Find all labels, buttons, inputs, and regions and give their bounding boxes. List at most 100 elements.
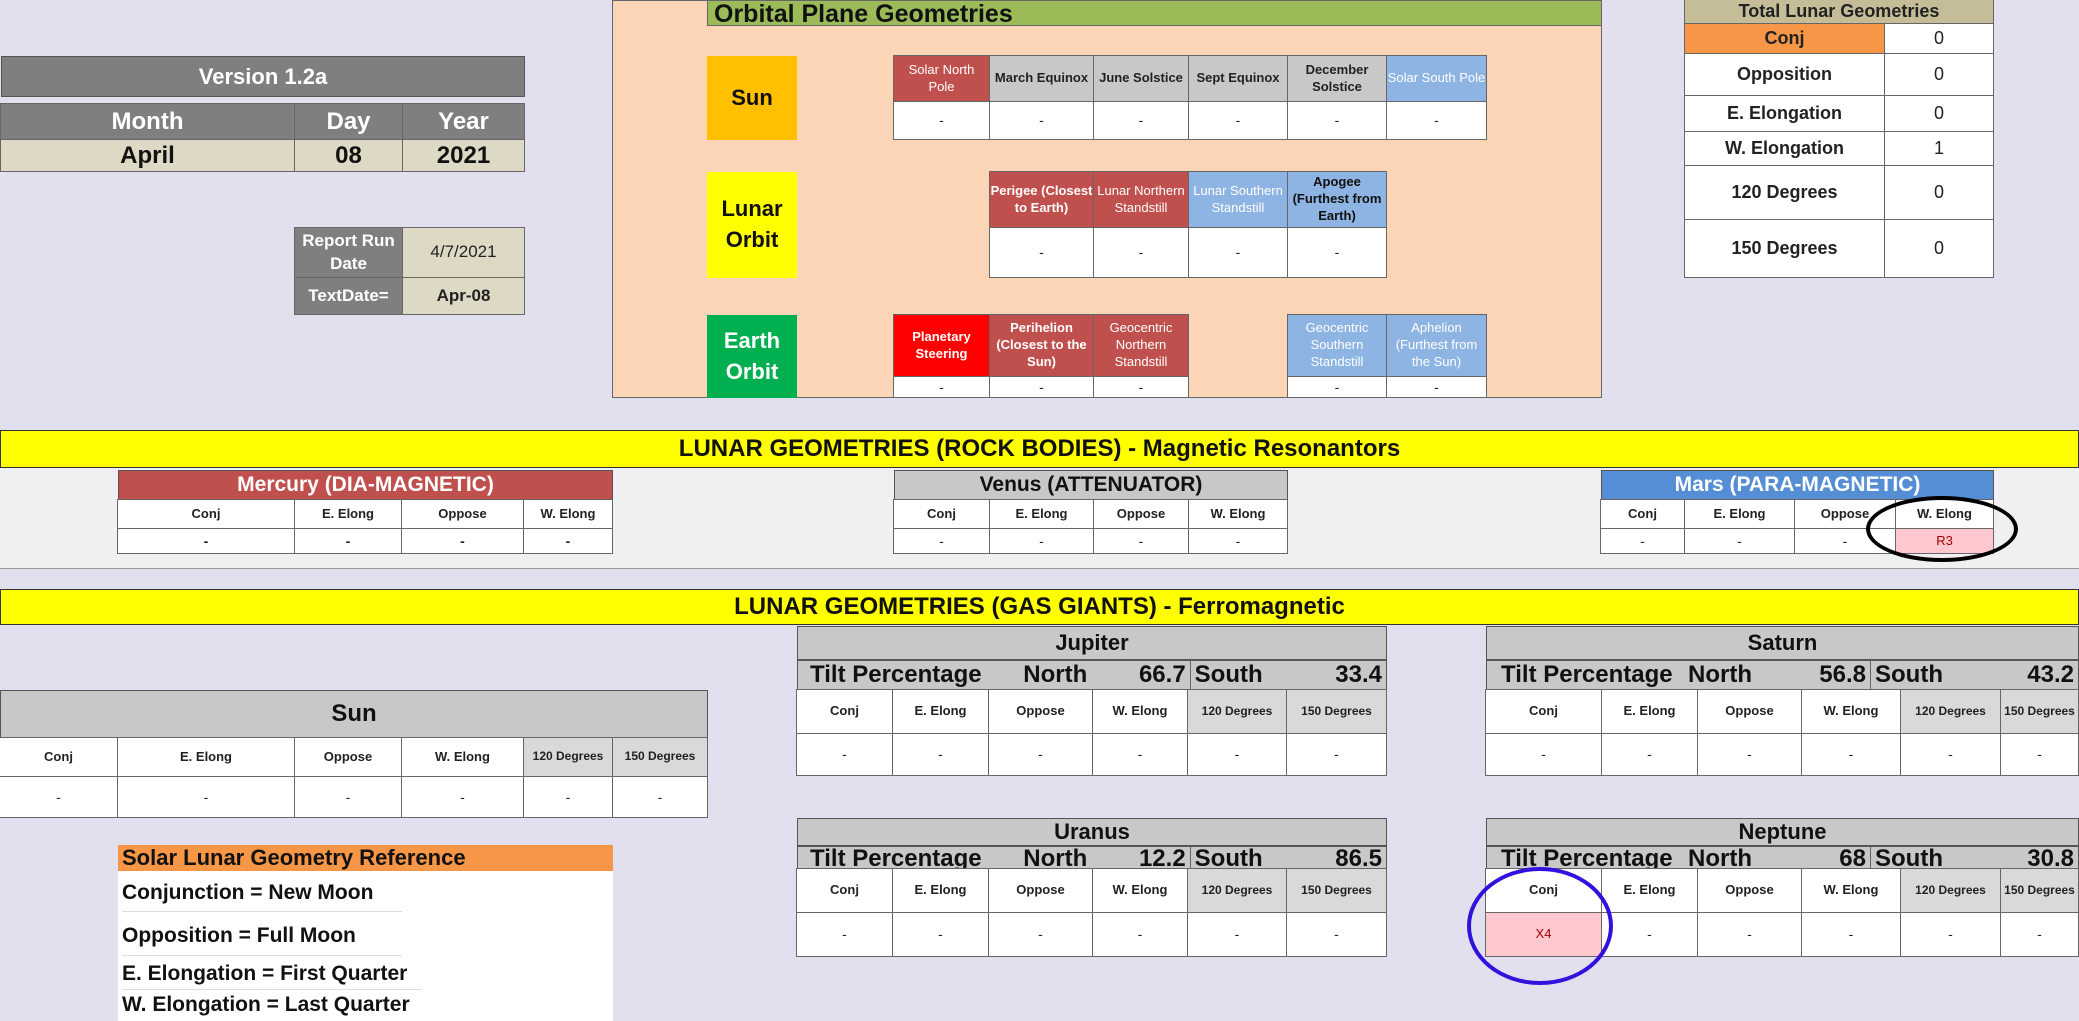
- planetary-steering-value[interactable]: -: [893, 376, 990, 398]
- gas-sun-oppose-value[interactable]: -: [294, 776, 402, 818]
- gas-sun-120-value[interactable]: -: [523, 776, 613, 818]
- totals-conj-value[interactable]: 0: [1884, 23, 1994, 54]
- uranus-w-elong-header: W. Elong: [1092, 868, 1188, 913]
- mercury-e-elong-value[interactable]: -: [294, 528, 402, 554]
- gas-sun-150-value[interactable]: -: [612, 776, 708, 818]
- solar-north-pole-header: Solar North Pole: [893, 55, 990, 102]
- neptune-w-elong-header: W. Elong: [1801, 868, 1901, 913]
- saturn-conj-value[interactable]: -: [1485, 733, 1602, 776]
- mercury-oppose-value[interactable]: -: [401, 528, 524, 554]
- jupiter-e-elong-value[interactable]: -: [892, 733, 989, 776]
- mercury-e-elong-header: E. Elong: [294, 499, 402, 529]
- month-value[interactable]: April: [0, 139, 295, 173]
- jupiter-150-value[interactable]: -: [1286, 733, 1387, 776]
- year-value[interactable]: 2021: [402, 139, 525, 173]
- uranus-w-elong-value[interactable]: -: [1092, 912, 1188, 957]
- venus-oppose-header: Oppose: [1093, 499, 1189, 529]
- venus-oppose-value[interactable]: -: [1093, 528, 1189, 554]
- report-run-date-value[interactable]: 4/7/2021: [402, 227, 525, 278]
- mercury-w-elong-header: W. Elong: [523, 499, 613, 529]
- gas-sun-w-elong-value[interactable]: -: [401, 776, 524, 818]
- venus-conj-value[interactable]: -: [893, 528, 990, 554]
- uranus-title: Uranus: [797, 818, 1387, 846]
- neptune-w-elong-value[interactable]: -: [1801, 912, 1901, 957]
- mercury-conj-value[interactable]: -: [117, 528, 295, 554]
- totals-e-elongation-value[interactable]: 0: [1884, 95, 1994, 132]
- uranus-120-value[interactable]: -: [1187, 912, 1287, 957]
- neptune-120-value[interactable]: -: [1900, 912, 2001, 957]
- textdate-value[interactable]: Apr-08: [402, 277, 525, 315]
- march-equinox-value[interactable]: -: [989, 101, 1094, 140]
- saturn-e-elong-header: E. Elong: [1601, 689, 1698, 734]
- perihelion-value[interactable]: -: [989, 376, 1094, 398]
- uranus-150-value[interactable]: -: [1286, 912, 1387, 957]
- venus-w-elong-value[interactable]: -: [1188, 528, 1288, 554]
- perigee-value[interactable]: -: [989, 227, 1094, 278]
- gas-giants-title: LUNAR GEOMETRIES (GAS GIANTS) - Ferromag…: [0, 589, 2079, 625]
- mercury-conj-header: Conj: [117, 499, 295, 529]
- geocentric-northern-standstill-value[interactable]: -: [1093, 376, 1189, 398]
- reference-line-opposition: Opposition = Full Moon: [122, 920, 402, 956]
- solar-north-pole-value[interactable]: -: [893, 101, 990, 140]
- totals-120-label: 120 Degrees: [1684, 165, 1885, 220]
- totals-table: Total Lunar Geometries Conj 0 Opposition…: [1684, 0, 1994, 278]
- date-value-row: April 08 2021: [0, 139, 525, 173]
- saturn-120-value[interactable]: -: [1900, 733, 2001, 776]
- jupiter-120-header: 120 Degrees: [1187, 689, 1287, 734]
- neptune-150-value[interactable]: -: [2000, 912, 2079, 957]
- uranus-e-elong-header: E. Elong: [892, 868, 989, 913]
- venus-conj-header: Conj: [893, 499, 990, 529]
- jupiter-w-elong-value[interactable]: -: [1092, 733, 1188, 776]
- jupiter-e-elong-header: E. Elong: [892, 689, 989, 734]
- uranus-e-elong-value[interactable]: -: [892, 912, 989, 957]
- lunar-northern-standstill-value[interactable]: -: [1093, 227, 1189, 278]
- saturn-150-value[interactable]: -: [2000, 733, 2079, 776]
- apogee-value[interactable]: -: [1287, 227, 1387, 278]
- mars-e-elong-header: E. Elong: [1684, 499, 1795, 529]
- venus-e-elong-value[interactable]: -: [989, 528, 1094, 554]
- sun-orbital-table: Solar North Pole March Equinox June Sols…: [893, 55, 1487, 140]
- totals-opposition-value[interactable]: 0: [1884, 53, 1994, 96]
- day-header: Day: [294, 103, 403, 140]
- jupiter-150-header: 150 Degrees: [1286, 689, 1387, 734]
- saturn-north-label: North: [1688, 661, 1752, 688]
- jupiter-120-value[interactable]: -: [1187, 733, 1287, 776]
- perihelion-header: Perihelion (Closest to the Sun): [989, 314, 1094, 377]
- lunar-southern-standstill-value[interactable]: -: [1188, 227, 1288, 278]
- sept-equinox-value[interactable]: -: [1188, 101, 1288, 140]
- totals-120-value[interactable]: 0: [1884, 165, 1994, 220]
- mercury-w-elong-value[interactable]: -: [523, 528, 613, 554]
- december-solstice-value[interactable]: -: [1287, 101, 1387, 140]
- day-value[interactable]: 08: [294, 139, 403, 173]
- uranus-oppose-value[interactable]: -: [988, 912, 1093, 957]
- neptune-e-elong-value[interactable]: -: [1601, 912, 1698, 957]
- saturn-e-elong-value[interactable]: -: [1601, 733, 1698, 776]
- neptune-oppose-value[interactable]: -: [1697, 912, 1802, 957]
- mars-highlight-circle: [1866, 496, 2018, 562]
- totals-w-elongation-value[interactable]: 1: [1884, 131, 1994, 166]
- lunar-northern-standstill-header: Lunar Northern Standstill: [1093, 171, 1189, 228]
- jupiter-oppose-value[interactable]: -: [988, 733, 1093, 776]
- gas-sun-oppose-header: Oppose: [294, 737, 402, 777]
- mars-e-elong-value[interactable]: -: [1684, 528, 1795, 554]
- neptune-title: Neptune: [1486, 818, 2079, 846]
- solar-south-pole-value[interactable]: -: [1386, 101, 1487, 140]
- report-run-date-label: Report Run Date: [294, 227, 403, 278]
- orbital-earth-label: Earth Orbit: [707, 315, 797, 398]
- mars-conj-value[interactable]: -: [1600, 528, 1685, 554]
- saturn-oppose-value[interactable]: -: [1697, 733, 1802, 776]
- june-solstice-value[interactable]: -: [1093, 101, 1189, 140]
- neptune-highlight-circle: [1467, 867, 1613, 985]
- gas-sun-e-elong-value[interactable]: -: [117, 776, 295, 818]
- jupiter-conj-value[interactable]: -: [796, 733, 893, 776]
- mercury-oppose-header: Oppose: [401, 499, 524, 529]
- saturn-title: Saturn: [1486, 626, 2079, 660]
- uranus-conj-value[interactable]: -: [796, 912, 893, 957]
- gas-sun-conj-value[interactable]: -: [0, 776, 118, 818]
- geocentric-southern-standstill-header: Geocentric Southern Standstill: [1287, 314, 1387, 377]
- saturn-w-elong-value[interactable]: -: [1801, 733, 1901, 776]
- geocentric-southern-standstill-value[interactable]: -: [1287, 376, 1387, 398]
- aphelion-value[interactable]: -: [1386, 376, 1487, 398]
- totals-150-value[interactable]: 0: [1884, 219, 1994, 278]
- gas-sun-120-header: 120 Degrees: [523, 737, 613, 777]
